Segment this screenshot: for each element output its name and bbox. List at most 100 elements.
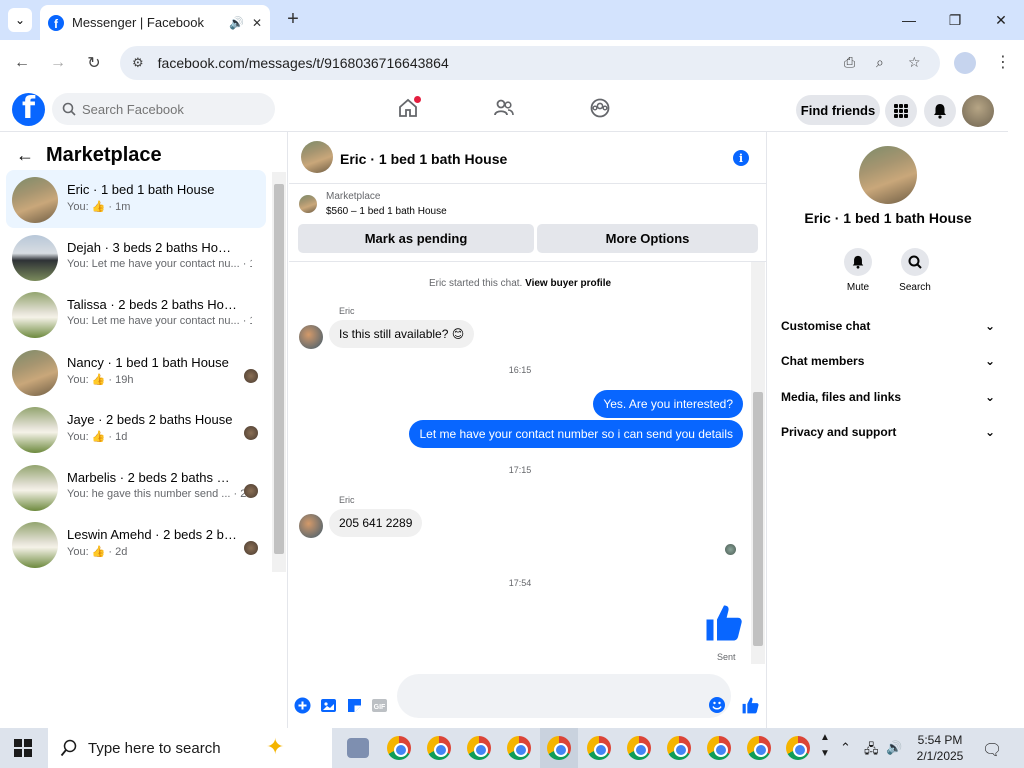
reload-icon[interactable]: ↻: [82, 51, 106, 75]
conversation-preview: You: 👍 · 1d: [67, 431, 128, 443]
taskbar-app-icon[interactable]: [347, 738, 369, 758]
conversation-item[interactable]: Jaye · 2 beds 2 baths House You: 👍 · 1d: [6, 400, 266, 458]
install-app-icon[interactable]: ⎙: [844, 54, 855, 71]
chrome-taskbar-icon[interactable]: [427, 736, 451, 760]
taskbar-scroll-arrows-icon[interactable]: ▲ ▼: [820, 730, 830, 762]
taskbar-search-text[interactable]: Type here to search: [88, 740, 221, 757]
photo-icon[interactable]: [319, 696, 337, 714]
search-action[interactable]: Search: [885, 248, 945, 293]
back-icon[interactable]: ←: [10, 51, 34, 75]
chat-avatar[interactable]: [301, 141, 333, 173]
restore-icon[interactable]: ❐: [940, 8, 970, 32]
notification-center-icon[interactable]: 🗨: [982, 740, 1002, 760]
speaker-icon[interactable]: 🔊: [229, 16, 244, 30]
network-icon[interactable]: 🖧: [864, 740, 879, 762]
minimize-icon[interactable]: —: [894, 8, 924, 32]
conversation-name: Jaye · 2 beds 2 baths House: [67, 412, 233, 427]
media-files-links-row[interactable]: Media, files and links ⌄: [781, 386, 995, 408]
svg-text:GIF: GIF: [373, 704, 385, 711]
find-friends-button[interactable]: Find friends: [796, 95, 880, 125]
site-settings-icon[interactable]: ⚙: [132, 55, 144, 71]
bookmark-star-icon[interactable]: ☆: [908, 54, 921, 71]
more-options-button[interactable]: More Options: [537, 224, 758, 253]
chrome-taskbar-icon[interactable]: [387, 736, 411, 760]
chrome-taskbar-icon[interactable]: [547, 736, 571, 760]
conversation-avatar: [12, 464, 58, 511]
sticker-icon[interactable]: [345, 696, 363, 714]
back-arrow-icon[interactable]: ←: [16, 145, 34, 166]
chat-title[interactable]: Eric · 1 bed 1 bath House: [340, 151, 507, 167]
sparkle-icon[interactable]: ✦: [266, 734, 284, 760]
taskbar-search[interactable]: Type here to search ✦: [48, 728, 332, 768]
conversation-item[interactable]: Eric · 1 bed 1 bath House You: 👍 · 1m: [6, 170, 266, 228]
conversation-item[interactable]: Marbelis · 2 beds 2 baths Ho... You: he …: [6, 458, 266, 516]
search-label: Search: [899, 282, 931, 293]
message-bubble-incoming[interactable]: 205 641 2289: [329, 509, 423, 537]
groups-icon[interactable]: [588, 96, 612, 120]
conversation-item[interactable]: Talissa · 2 beds 2 baths House You: Let …: [6, 285, 266, 343]
chrome-taskbar-icon[interactable]: [747, 736, 771, 760]
chrome-taskbar-icon[interactable]: [507, 736, 531, 760]
bell-icon[interactable]: [844, 248, 872, 276]
address-bar[interactable]: ⚙ facebook.com/messages/t/91680367166438…: [120, 46, 940, 80]
message-bubble-incoming[interactable]: Is this still available? 😊: [329, 320, 475, 348]
profile-avatar[interactable]: [962, 95, 994, 127]
url-text[interactable]: facebook.com/messages/t/9168036716643864: [158, 55, 449, 71]
chat-members-row[interactable]: Chat members ⌄: [781, 350, 995, 372]
mute-action[interactable]: Mute: [828, 248, 888, 293]
thread-scrollbar[interactable]: [751, 262, 765, 664]
search-input[interactable]: [82, 101, 262, 117]
view-buyer-profile-link[interactable]: View buyer profile: [525, 278, 611, 289]
zoom-icon[interactable]: ⌕: [876, 54, 884, 71]
tab-search-chevron-icon[interactable]: ⌄: [8, 8, 32, 32]
thumbs-up-send-icon[interactable]: [741, 696, 760, 720]
customise-chat-row[interactable]: Customise chat ⌄: [781, 315, 995, 337]
menu-grid-icon[interactable]: [885, 95, 917, 127]
conversation-item[interactable]: Nancy · 1 bed 1 bath House You: 👍 · 19h: [6, 343, 266, 401]
message-bubble-outgoing[interactable]: Let me have your contact number so i can…: [409, 420, 743, 448]
conversation-item[interactable]: Leswin Amehd · 2 beds 2 bat... You: 👍 · …: [6, 515, 266, 573]
chrome-taskbar-icon[interactable]: [467, 736, 491, 760]
sender-avatar[interactable]: [299, 514, 323, 538]
chrome-taskbar-icon[interactable]: [587, 736, 611, 760]
forward-icon[interactable]: →: [46, 51, 70, 75]
listing-thumbnail[interactable]: [299, 195, 317, 213]
browser-menu-icon[interactable]: ⋮: [995, 52, 1011, 72]
privacy-support-row[interactable]: Privacy and support ⌄: [781, 421, 995, 443]
message-bubble-outgoing[interactable]: Yes. Are you interested?: [593, 390, 743, 418]
notifications-bell-icon[interactable]: [924, 95, 956, 127]
browser-profile-icon[interactable]: [954, 52, 976, 74]
facebook-search[interactable]: [52, 93, 275, 125]
sender-avatar[interactable]: [299, 325, 323, 349]
listing-title[interactable]: $560 – 1 bed 1 bath House: [326, 206, 447, 217]
windows-start-icon[interactable]: [14, 739, 32, 757]
browser-tab[interactable]: f Messenger | Facebook 🔊 ✕: [40, 5, 270, 40]
add-plus-icon[interactable]: [293, 696, 311, 714]
facebook-logo-icon[interactable]: f: [12, 93, 45, 126]
tray-chevron-icon[interactable]: ⌃: [840, 740, 851, 756]
page-scrollbar[interactable]: [1008, 132, 1024, 728]
thumbs-up-sticker-icon[interactable]: [703, 602, 745, 649]
chrome-taskbar-icon[interactable]: [707, 736, 731, 760]
tab-close-icon[interactable]: ✕: [252, 16, 262, 30]
friends-icon[interactable]: [492, 96, 516, 120]
window-close-icon[interactable]: ✕: [986, 8, 1016, 32]
scrollbar-thumb[interactable]: [753, 392, 763, 646]
search-icon[interactable]: [901, 248, 929, 276]
conversation-scrollbar[interactable]: [272, 172, 286, 572]
emoji-icon[interactable]: [709, 697, 725, 713]
taskbar-clock[interactable]: 5:54 PM 2/1/2025: [908, 732, 972, 764]
gif-icon[interactable]: GIF: [370, 696, 388, 714]
scrollbar-thumb[interactable]: [274, 184, 284, 554]
conversation-item[interactable]: Dejah · 3 beds 2 baths House You: Let me…: [6, 228, 266, 286]
info-icon[interactable]: i: [733, 150, 749, 166]
chat-details-avatar[interactable]: [859, 146, 917, 204]
chrome-taskbar-icon[interactable]: [627, 736, 651, 760]
message-input[interactable]: [397, 674, 731, 718]
mute-label: Mute: [846, 282, 870, 293]
chrome-taskbar-icon[interactable]: [786, 736, 810, 760]
mark-as-pending-button[interactable]: Mark as pending: [298, 224, 534, 253]
new-tab-button[interactable]: +: [282, 8, 304, 30]
chrome-taskbar-icon[interactable]: [667, 736, 691, 760]
volume-icon[interactable]: 🔊: [886, 740, 902, 756]
